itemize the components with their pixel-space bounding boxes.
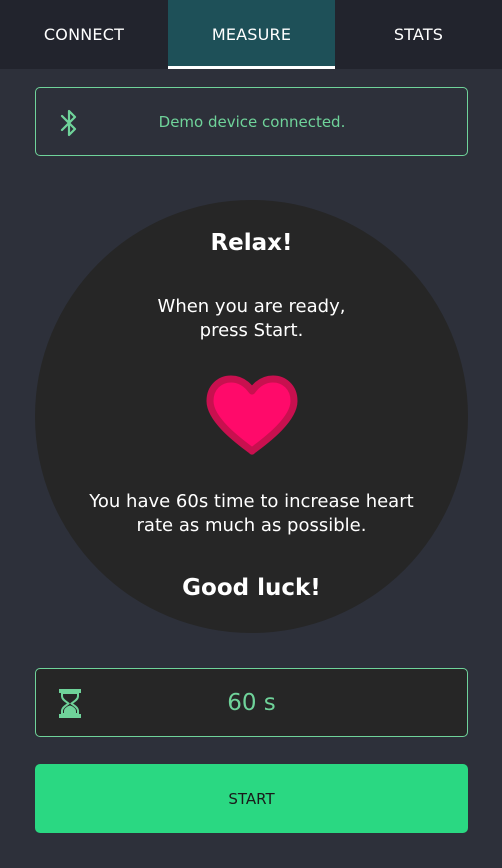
instruction-circle: Relax! When you are ready, press Start. … (35, 200, 468, 633)
instruction-text: When you are ready, press Start. (95, 295, 408, 343)
connection-status-text: Demo device connected. (158, 112, 346, 131)
timer-box: 60 s (35, 668, 468, 737)
tab-measure[interactable]: MEASURE (168, 0, 335, 69)
tab-bar: CONNECT MEASURE STATS (0, 0, 502, 69)
tab-connect[interactable]: CONNECT (0, 0, 168, 69)
instruction-closing: Good luck! (182, 575, 321, 601)
instruction-title: Relax! (210, 230, 293, 256)
tab-stats[interactable]: STATS (335, 0, 502, 69)
instruction-line-1: When you are ready, (157, 296, 346, 317)
start-button[interactable]: START (35, 764, 468, 833)
instruction-hint-line-2: rate as much as possible. (136, 515, 367, 536)
timer-value: 60 s (227, 689, 276, 716)
instruction-hint: You have 60s time to increase heart rate… (65, 490, 438, 538)
instruction-line-2: press Start. (199, 320, 304, 341)
hourglass-icon (59, 689, 81, 718)
bluetooth-icon (60, 109, 77, 137)
instruction-hint-line-1: You have 60s time to increase heart (89, 491, 414, 512)
connection-status-box: Demo device connected. (35, 87, 468, 156)
heart-icon (206, 375, 298, 455)
